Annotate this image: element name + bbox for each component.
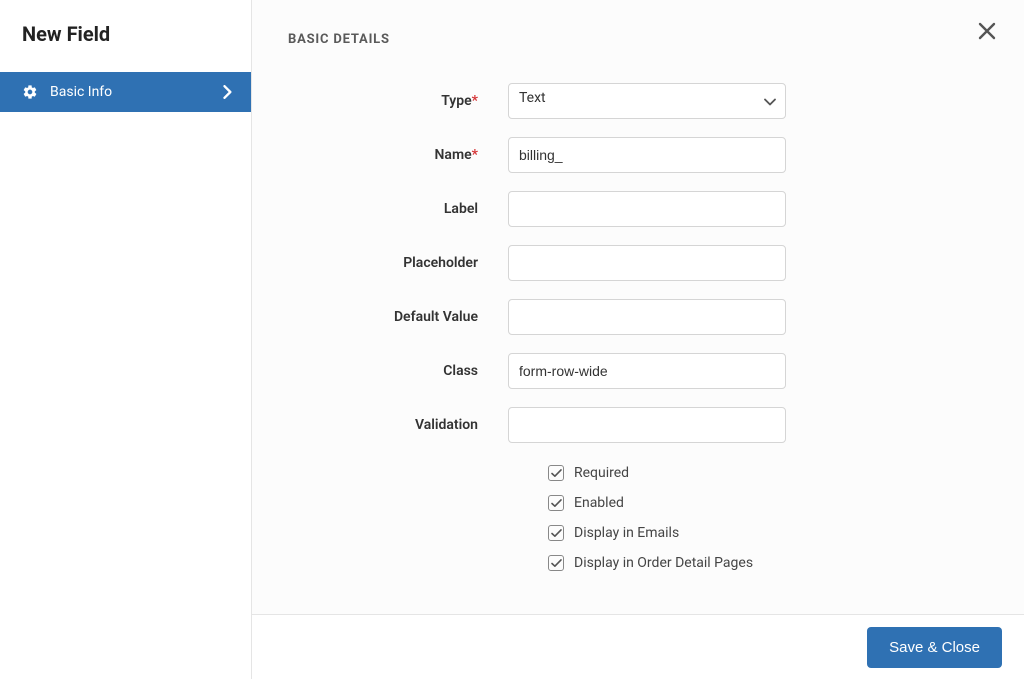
display-emails-checkbox[interactable] — [548, 525, 564, 541]
gear-icon — [22, 84, 38, 100]
sidebar: New Field Basic Info — [0, 0, 252, 679]
field-row-default: Default Value — [328, 299, 988, 335]
checkbox-label: Required — [574, 465, 629, 481]
field-label: Default Value — [394, 309, 478, 325]
label-field[interactable] — [508, 191, 786, 227]
field-row-class: Class — [328, 353, 988, 389]
field-label: Type — [441, 93, 471, 109]
type-select-value: Text — [508, 83, 786, 119]
name-field[interactable] — [508, 137, 786, 173]
field-label: Validation — [415, 417, 478, 433]
field-row-name: Name* — [328, 137, 988, 173]
section-title: BASIC DETAILS — [288, 32, 988, 47]
required-asterisk: * — [472, 147, 478, 163]
main-panel: BASIC DETAILS Type* Text Name* Label — [252, 0, 1024, 614]
close-button[interactable] — [972, 16, 1002, 49]
checkbox-label: Enabled — [574, 495, 624, 511]
enabled-checkbox[interactable] — [548, 495, 564, 511]
display-order-checkbox[interactable] — [548, 555, 564, 571]
placeholder-field[interactable] — [508, 245, 786, 281]
field-row-label: Label — [328, 191, 988, 227]
field-row-type: Type* Text — [328, 83, 988, 119]
sidebar-item-label: Basic Info — [50, 84, 112, 100]
chevron-right-icon — [223, 85, 233, 99]
footer: Save & Close — [252, 614, 1024, 679]
checkbox-row-display-emails: Display in Emails — [548, 525, 988, 541]
field-label: Label — [444, 201, 478, 217]
validation-field[interactable] — [508, 407, 786, 443]
close-icon — [978, 28, 996, 43]
type-select[interactable]: Text — [508, 83, 786, 119]
required-checkbox[interactable] — [548, 465, 564, 481]
field-label: Class — [443, 363, 478, 379]
sidebar-item-basic-info[interactable]: Basic Info — [0, 72, 251, 112]
class-field[interactable] — [508, 353, 786, 389]
field-row-placeholder: Placeholder — [328, 245, 988, 281]
checkbox-label: Display in Order Detail Pages — [574, 555, 753, 571]
required-asterisk: * — [472, 93, 478, 109]
field-label: Name — [435, 147, 472, 163]
checkbox-row-required: Required — [548, 465, 988, 481]
checkbox-row-display-order: Display in Order Detail Pages — [548, 555, 988, 571]
field-label: Placeholder — [403, 255, 478, 271]
checkbox-label: Display in Emails — [574, 525, 679, 541]
field-row-validation: Validation — [328, 407, 988, 443]
checkbox-row-enabled: Enabled — [548, 495, 988, 511]
save-close-button[interactable]: Save & Close — [867, 627, 1002, 668]
default-value-field[interactable] — [508, 299, 786, 335]
page-title: New Field — [0, 0, 251, 72]
